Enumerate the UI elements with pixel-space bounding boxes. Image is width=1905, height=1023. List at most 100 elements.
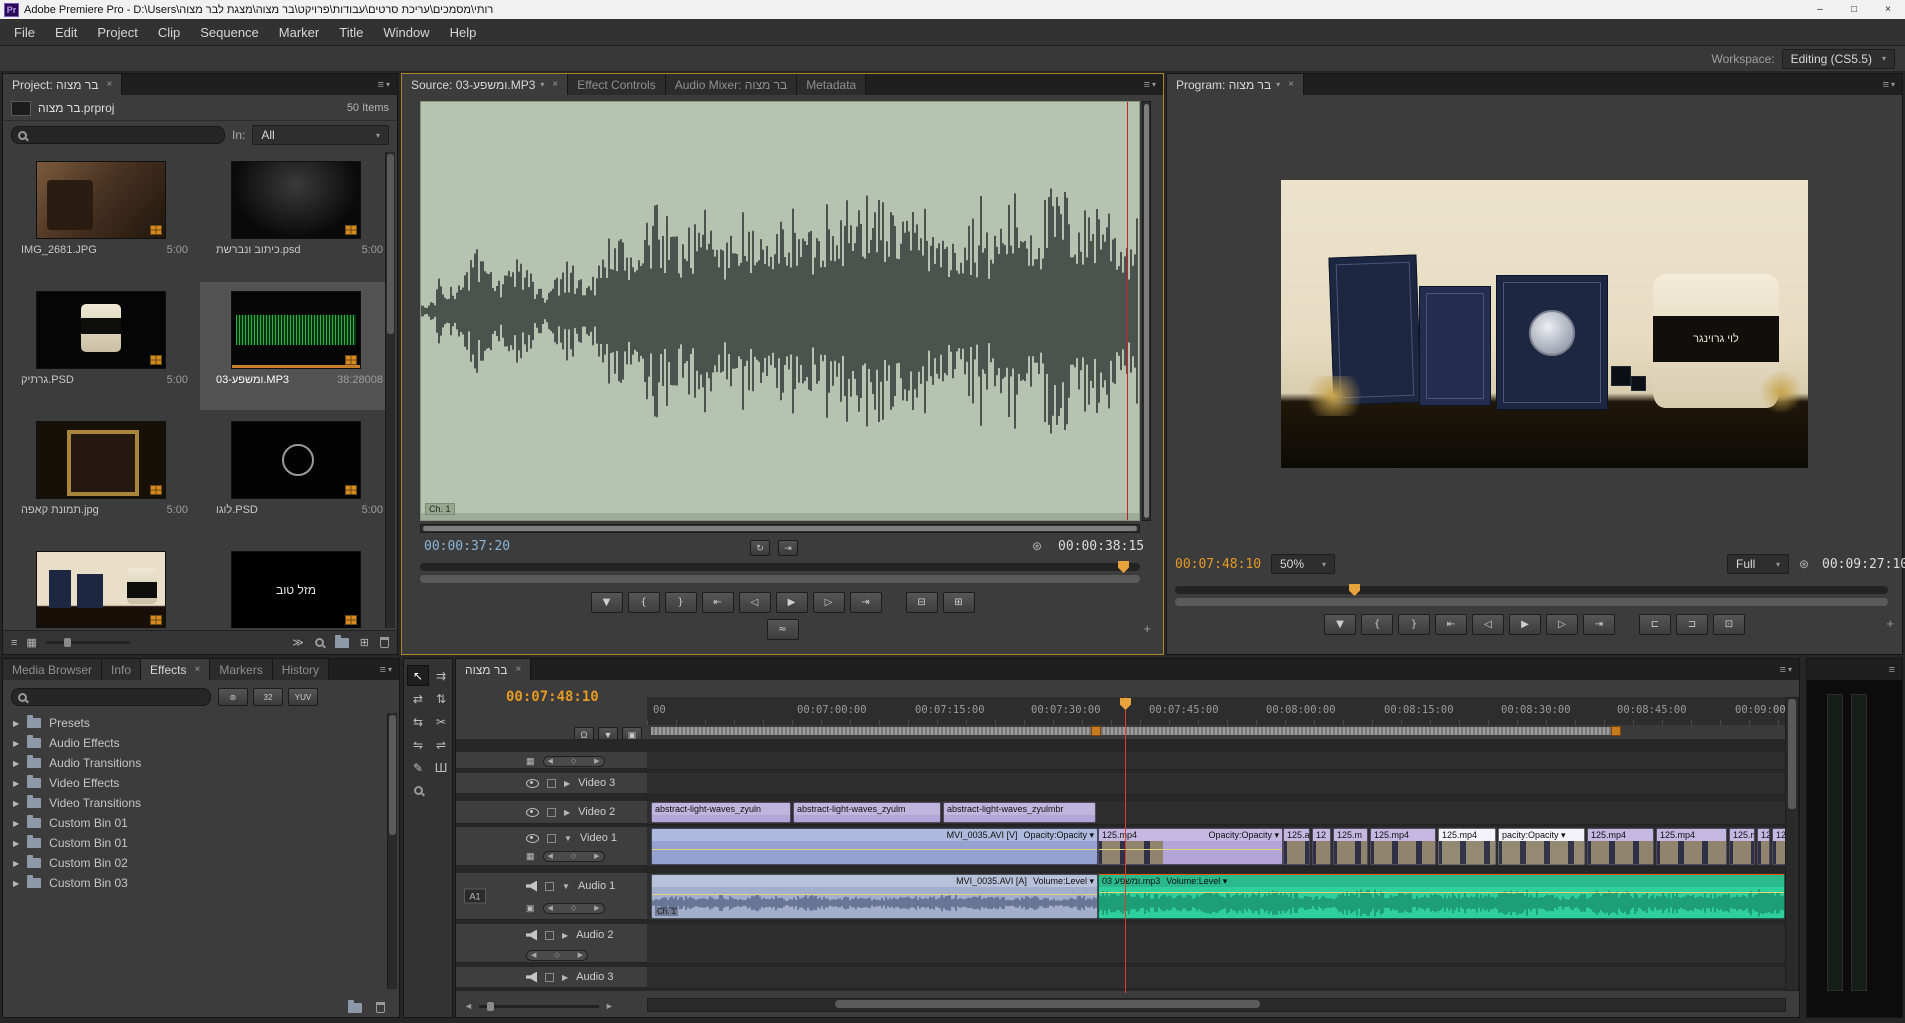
- yuv-icon[interactable]: YUV: [288, 688, 318, 706]
- insert-icon[interactable]: ⊟: [906, 592, 938, 613]
- toggle-track-output-icon[interactable]: [526, 930, 537, 941]
- thumbnail-zoom-slider[interactable]: [46, 641, 130, 644]
- program-scrubber[interactable]: [1175, 586, 1888, 594]
- expand-icon[interactable]: ▶: [13, 859, 19, 868]
- timeline-ruler[interactable]: 0000:07:00:0000:07:15:0000:07:30:0000:07…: [647, 697, 1786, 726]
- close-icon[interactable]: ×: [106, 79, 112, 90]
- automate-icon[interactable]: ≫: [292, 636, 304, 649]
- drag-audio-icon[interactable]: ≈: [767, 619, 799, 640]
- project-item[interactable]: גרתיק.PSD5:00: [5, 282, 196, 410]
- source-current-timecode[interactable]: 00:00:37:20: [424, 539, 510, 554]
- settings-wrench-icon[interactable]: ⊛: [1799, 557, 1809, 571]
- effects-folder-row[interactable]: ▶Custom Bin 01: [3, 813, 389, 833]
- effects-folder-row[interactable]: ▶Video Transitions: [3, 793, 389, 813]
- menu-edit[interactable]: Edit: [45, 21, 87, 44]
- track-lock-icon[interactable]: [547, 834, 556, 843]
- track-content-audio3[interactable]: [647, 967, 1786, 989]
- step-forward-icon[interactable]: ▷: [813, 592, 845, 613]
- timeline-vertical-scrollbar[interactable]: [1785, 697, 1799, 991]
- work-area-bar[interactable]: [647, 725, 1786, 737]
- track-content-audio1[interactable]: MVI_0035.AVI [A]Volume:Level ▾Ch. 103 ומ…: [647, 873, 1786, 921]
- clear-icon[interactable]: [380, 637, 389, 648]
- in-dropdown[interactable]: All ▾: [252, 125, 389, 145]
- workspace-dropdown[interactable]: Editing (CS5.5) ▾: [1782, 49, 1895, 69]
- panel-menu-icon[interactable]: ≡▾: [371, 74, 397, 95]
- add-marker-icon[interactable]: ▼: [1324, 614, 1356, 635]
- project-item[interactable]: 03-ומשפע.MP338:28008: [200, 282, 385, 410]
- opacity-rubber-band[interactable]: [652, 849, 1097, 850]
- go-to-out-icon[interactable]: ⇥: [1583, 614, 1615, 635]
- go-to-out-icon[interactable]: ⇥: [850, 592, 882, 613]
- project-item[interactable]: מזל טובTitle 075:00: [200, 542, 385, 628]
- close-icon[interactable]: ×: [1288, 79, 1294, 90]
- effects-folder-row[interactable]: ▶Video Effects: [3, 773, 389, 793]
- project-item[interactable]: לוגו.PSD5:00: [200, 412, 385, 540]
- track-content-video3[interactable]: [647, 773, 1786, 795]
- delete-icon[interactable]: [376, 1002, 385, 1013]
- project-item[interactable]: תמונת קאפה.jpg5:00: [5, 412, 196, 540]
- clip-125-video[interactable]: 125.a: [1283, 828, 1310, 865]
- tab-audio-mixer-[interactable]: Audio Mixer: בר מצוה: [666, 74, 797, 95]
- display-style-icon[interactable]: ▦: [526, 756, 535, 767]
- tab-effects[interactable]: Effects×: [141, 659, 210, 680]
- tab-markers[interactable]: Markers: [210, 659, 272, 680]
- collapse-icon[interactable]: ▶: [564, 779, 570, 788]
- clip-125-video[interactable]: 125.mp4: [1656, 828, 1727, 865]
- expand-icon[interactable]: ▶: [13, 739, 19, 748]
- collapse-icon[interactable]: ▶: [562, 931, 568, 940]
- rolling-edit-tool-icon[interactable]: ⇅: [430, 688, 452, 709]
- expand-icon[interactable]: ▶: [13, 779, 19, 788]
- tab-media-browser[interactable]: Media Browser: [3, 659, 102, 680]
- play-in-out-icon[interactable]: ⇥: [778, 540, 798, 556]
- close-button[interactable]: ×: [1871, 0, 1905, 19]
- minimize-button[interactable]: –: [1803, 0, 1837, 19]
- clip-mp3-audio[interactable]: 03 ומשפע.mp3Volume:Level ▾: [1098, 874, 1785, 919]
- tab-sequence[interactable]: בר מצוה ×: [456, 659, 531, 680]
- effects-folder-row[interactable]: ▶Audio Transitions: [3, 753, 389, 773]
- play-icon[interactable]: ▶: [776, 592, 808, 613]
- clip-mvi-video[interactable]: MVI_0035.AVI [V]Opacity:Opacity ▾: [651, 828, 1098, 865]
- vertical-zoom-bar[interactable]: [1142, 101, 1151, 521]
- display-style-icon[interactable]: ▦: [526, 851, 535, 862]
- button-editor-icon[interactable]: +: [1886, 616, 1894, 631]
- step-back-icon[interactable]: ◁: [739, 592, 771, 613]
- go-to-in-icon[interactable]: ⇤: [702, 592, 734, 613]
- list-view-icon[interactable]: ≡: [11, 637, 17, 649]
- zoom-tool-icon[interactable]: [407, 780, 429, 801]
- keyframe-navigator[interactable]: ◀◇▶: [543, 756, 605, 767]
- keyframe-navigator[interactable]: ◀◇▶: [543, 851, 605, 862]
- source-assign-badge[interactable]: A1: [464, 889, 486, 904]
- toggle-track-output-icon[interactable]: [526, 972, 537, 983]
- track-content-mini[interactable]: [647, 752, 1786, 770]
- effects-folder-row[interactable]: ▶Custom Bin 02: [3, 853, 389, 873]
- work-area-handle[interactable]: [1611, 726, 1621, 736]
- track-lock-icon[interactable]: [545, 931, 554, 940]
- close-icon[interactable]: ×: [515, 664, 521, 675]
- clip-125-video[interactable]: 125.m: [1333, 828, 1368, 865]
- 32bit-icon[interactable]: 32: [253, 688, 283, 706]
- timeline-playhead[interactable]: [1125, 697, 1126, 993]
- track-lock-icon[interactable]: [547, 808, 556, 817]
- expand-icon[interactable]: ▶: [13, 879, 19, 888]
- clip-125-video[interactable]: pacity:Opacity ▾: [1498, 828, 1585, 865]
- step-back-icon[interactable]: ◁: [1472, 614, 1504, 635]
- slip-tool-icon[interactable]: ⇋: [407, 734, 429, 755]
- collapse-icon[interactable]: ▼: [562, 882, 570, 891]
- new-custom-bin-icon[interactable]: [348, 1003, 362, 1013]
- expand-icon[interactable]: ▶: [13, 759, 19, 768]
- panel-menu-icon[interactable]: ≡▾: [1137, 74, 1163, 95]
- menu-file[interactable]: File: [4, 21, 45, 44]
- extract-icon[interactable]: ⊐: [1676, 614, 1708, 635]
- project-item[interactable]: 125.mp42:02:09: [5, 542, 196, 628]
- tab-program[interactable]: Program: בר מצוה ▾ ×: [1167, 74, 1304, 95]
- opacity-rubber-band[interactable]: [1099, 849, 1282, 850]
- icon-view-icon[interactable]: ▦: [26, 636, 36, 649]
- panel-menu-icon[interactable]: ≡▾: [1876, 74, 1902, 95]
- collapse-icon[interactable]: ▶: [564, 808, 570, 817]
- tab-project[interactable]: Project: בר מצוה ×: [3, 74, 122, 95]
- effects-folder-row[interactable]: ▶Custom Bin 01: [3, 833, 389, 853]
- effects-scrollbar[interactable]: [387, 713, 397, 989]
- expand-icon[interactable]: ▶: [13, 719, 19, 728]
- clip-125-video[interactable]: 125.mp4: [1438, 828, 1496, 865]
- toggle-track-output-icon[interactable]: [526, 881, 537, 892]
